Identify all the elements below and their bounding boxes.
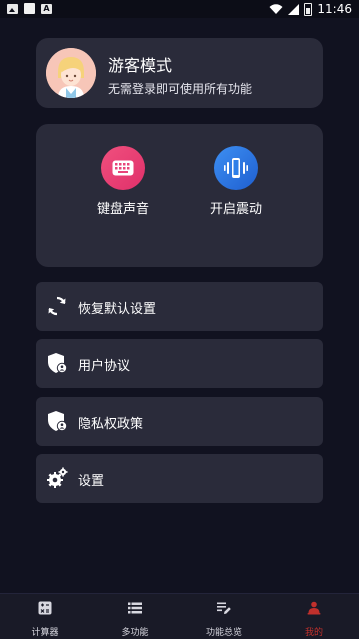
- wifi-icon: [269, 3, 283, 14]
- profile-card[interactable]: 游客模式 无需登录即可使用所有功能: [36, 38, 323, 108]
- restore-icon: [48, 296, 66, 316]
- keyboard-icon: [101, 146, 145, 190]
- menu-item-restore-defaults[interactable]: 恢复默认设置: [36, 282, 323, 331]
- status-left-icons: A: [7, 3, 52, 14]
- restore-defaults-label: 恢复默认设置: [78, 302, 157, 317]
- keyboard-sound-toggle[interactable]: 键盘声音: [78, 146, 168, 217]
- vibration-toggle[interactable]: 开启震动: [191, 146, 281, 217]
- list-icon: [128, 602, 142, 614]
- profile-title: 游客模式: [108, 56, 173, 75]
- menu-item-settings[interactable]: 设置: [36, 454, 323, 503]
- tab-mine-label: 我的: [304, 628, 323, 638]
- person-icon: [307, 601, 321, 615]
- status-bar: A 11:46: [0, 0, 359, 18]
- vibration-label: 开启震动: [209, 202, 262, 217]
- status-right-icons: 11:46: [269, 2, 352, 16]
- settings-label: 设置: [78, 474, 105, 489]
- tab-multifunction-label: 多功能: [121, 628, 149, 638]
- quick-settings-card: 键盘声音 开启震动: [36, 124, 323, 267]
- tab-feature-overview-label: 功能总览: [205, 628, 242, 638]
- signal-icon: [288, 3, 300, 15]
- gear-icon: [47, 467, 68, 488]
- menu-item-user-agreement[interactable]: 用户协议: [36, 339, 323, 388]
- tab-mine[interactable]: 我的: [279, 594, 349, 639]
- tab-multifunction[interactable]: 多功能: [100, 594, 170, 639]
- user-agreement-label: 用户协议: [78, 359, 131, 374]
- tab-calculator-label: 计算器: [31, 628, 59, 638]
- profile-subtitle: 无需登录即可使用所有功能: [108, 82, 253, 96]
- shield-user-icon: [48, 353, 68, 374]
- image-icon: [7, 3, 18, 14]
- bottom-tab-bar: 计算器 多功能 功能总览 我的: [0, 593, 359, 639]
- keyboard-sound-label: 键盘声音: [96, 202, 149, 217]
- status-time: 11:46: [317, 2, 352, 16]
- edit-list-icon: [217, 602, 231, 614]
- shield-user-icon: [48, 411, 68, 432]
- a-icon: A: [41, 3, 52, 14]
- privacy-policy-label: 隐私权政策: [78, 417, 144, 432]
- tab-feature-overview[interactable]: 功能总览: [189, 594, 259, 639]
- avatar[interactable]: [46, 48, 96, 98]
- battery-icon: [304, 2, 313, 16]
- tab-calculator[interactable]: 计算器: [10, 594, 80, 639]
- menu-item-privacy-policy[interactable]: 隐私权政策: [36, 397, 323, 446]
- square-icon: [24, 3, 35, 14]
- avatar-illustration: [46, 48, 96, 98]
- calculator-icon: [38, 601, 52, 615]
- vibrate-icon: [214, 146, 258, 190]
